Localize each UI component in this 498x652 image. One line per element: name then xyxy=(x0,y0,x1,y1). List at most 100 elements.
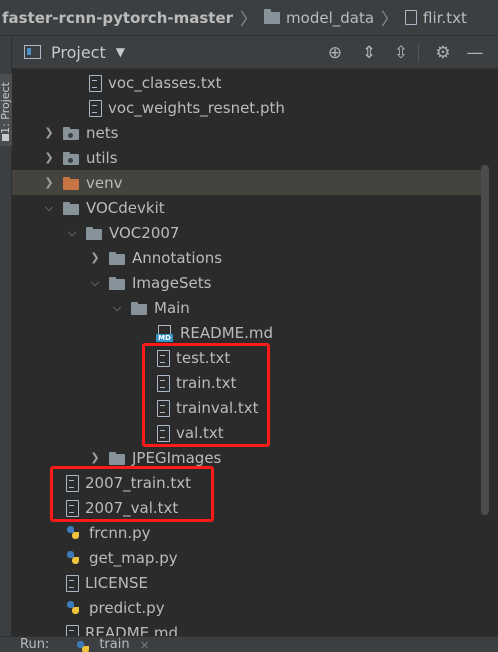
breadcrumb-folder[interactable]: 〉 model_data xyxy=(233,5,374,30)
python-file-icon xyxy=(65,600,83,616)
tree-item-voc-classes[interactable]: voc_classes.txt xyxy=(12,70,486,95)
tree-item-vocdevkit[interactable]: ⌵ VOCdevkit xyxy=(12,195,486,220)
tree-item-nets[interactable]: ❯ nets xyxy=(12,120,486,145)
tree-item-license[interactable]: LICENSE xyxy=(12,570,486,595)
tree-item-label: test.txt xyxy=(176,348,231,367)
left-tool-strip: 1: Project xyxy=(0,36,12,652)
breadcrumb-project[interactable]: faster-rcnn-pytorch-master xyxy=(2,9,233,27)
tool-tab-marker-icon xyxy=(2,134,9,141)
text-file-icon xyxy=(156,424,170,442)
chevron-right-icon[interactable]: ❯ xyxy=(88,451,102,465)
text-file-icon xyxy=(156,349,170,367)
tree-item-label: README.md xyxy=(180,323,274,342)
python-file-icon xyxy=(65,525,83,541)
project-tree: voc_classes.txt voc_weights_resnet.pth ❯… xyxy=(12,70,486,640)
breadcrumb-folder-label: model_data xyxy=(286,8,375,27)
chevron-down-icon[interactable]: ⌵ xyxy=(42,201,56,215)
tree-item-label: voc_classes.txt xyxy=(108,73,222,92)
folder-icon xyxy=(130,300,148,316)
tree-item-label: nets xyxy=(86,123,119,142)
tree-item-2007-val[interactable]: 2007_val.txt xyxy=(12,495,486,520)
folder-icon xyxy=(264,8,281,24)
tree-item-annotations[interactable]: ❯ Annotations xyxy=(12,245,486,270)
project-header: Project ▼ ⊕ ⇕ ⇳ ⚙ — xyxy=(12,36,498,69)
text-file-icon xyxy=(88,99,102,117)
tree-item-label: frcnn.py xyxy=(89,523,151,542)
tree-item-voc-weights[interactable]: voc_weights_resnet.pth xyxy=(12,95,486,120)
tree-item-2007-train[interactable]: 2007_train.txt xyxy=(12,470,486,495)
close-icon[interactable]: × xyxy=(140,638,150,652)
excluded-folder-icon xyxy=(62,175,80,191)
gear-icon[interactable]: ⚙ xyxy=(432,42,454,64)
tree-item-val[interactable]: val.txt xyxy=(12,420,486,445)
expand-all-icon[interactable]: ⇕ xyxy=(358,42,380,64)
chevron-right-icon: 〉 xyxy=(381,10,399,30)
folder-icon xyxy=(62,200,80,216)
tree-item-label: Annotations xyxy=(132,248,223,267)
tree-item-label: VOC2007 xyxy=(109,223,180,242)
tree-item-label: Main xyxy=(154,298,190,317)
tree-item-label: val.txt xyxy=(176,423,224,442)
chevron-down-icon[interactable]: ⌵ xyxy=(65,226,79,240)
tree-item-test[interactable]: test.txt xyxy=(12,345,486,370)
chevron-right-icon: 〉 xyxy=(240,10,258,30)
chevron-right-icon[interactable]: ❯ xyxy=(42,151,56,165)
hide-icon[interactable]: — xyxy=(464,42,486,64)
collapse-all-icon[interactable]: ⇳ xyxy=(390,42,412,64)
project-view-selector[interactable]: Project xyxy=(51,43,106,62)
tree-item-voc2007[interactable]: ⌵ VOC2007 xyxy=(12,220,486,245)
folder-icon xyxy=(108,450,126,466)
tree-item-predict[interactable]: predict.py xyxy=(12,595,486,620)
project-tool-tab[interactable]: 1: Project xyxy=(0,74,12,146)
tree-item-venv[interactable]: ❯ venv xyxy=(12,170,486,195)
tree-item-get-map[interactable]: get_map.py xyxy=(12,545,486,570)
tree-item-label: get_map.py xyxy=(89,548,178,567)
folder-icon xyxy=(85,225,103,241)
tree-item-train[interactable]: train.txt xyxy=(12,370,486,395)
package-folder-icon xyxy=(62,125,80,141)
tree-item-label: 2007_val.txt xyxy=(85,498,179,517)
locate-icon[interactable]: ⊕ xyxy=(324,42,346,64)
tree-scrollbar[interactable] xyxy=(481,165,489,515)
tree-item-imagesets[interactable]: ⌵ ImageSets xyxy=(12,270,486,295)
tree-item-label: 2007_train.txt xyxy=(85,473,191,492)
text-file-icon xyxy=(88,74,102,92)
project-window-icon xyxy=(24,45,41,59)
tree-item-main[interactable]: ⌵ Main xyxy=(12,295,486,320)
chevron-down-icon[interactable]: ⌵ xyxy=(88,276,102,290)
tree-item-trainval[interactable]: trainval.txt xyxy=(12,395,486,420)
breadcrumb-file[interactable]: 〉 flir.txt xyxy=(374,5,467,31)
tree-item-frcnn[interactable]: frcnn.py xyxy=(12,520,486,545)
text-file-icon xyxy=(156,399,170,417)
chevron-down-icon[interactable]: ⌵ xyxy=(110,301,124,315)
folder-icon xyxy=(108,275,126,291)
package-folder-icon xyxy=(62,150,80,166)
chevron-right-icon[interactable]: ❯ xyxy=(42,126,56,140)
tree-item-label: utils xyxy=(86,148,118,167)
header-divider xyxy=(418,44,419,62)
tree-item-label: trainval.txt xyxy=(176,398,259,417)
folder-icon xyxy=(108,250,126,266)
chevron-right-icon[interactable]: ❯ xyxy=(88,251,102,265)
tree-item-label: train.txt xyxy=(176,373,237,392)
caret-down-icon[interactable]: ▼ xyxy=(116,45,125,59)
text-file-icon xyxy=(65,474,79,492)
tree-item-label: predict.py xyxy=(89,598,165,617)
tree-item-label: LICENSE xyxy=(85,573,148,592)
python-file-icon xyxy=(77,639,91,652)
run-bar: Run: train × xyxy=(0,636,498,652)
chevron-right-icon[interactable]: ❯ xyxy=(42,176,56,190)
tree-item-readme-main[interactable]: MD README.md xyxy=(12,320,486,345)
tree-item-label: VOCdevkit xyxy=(86,198,165,217)
run-config-tab[interactable]: train xyxy=(99,637,129,652)
breadcrumb-project-label: faster-rcnn-pytorch-master xyxy=(2,8,234,27)
python-file-icon xyxy=(65,550,83,566)
tree-item-label: voc_weights_resnet.pth xyxy=(108,98,285,117)
breadcrumb-file-label: flir.txt xyxy=(423,8,467,27)
tree-item-label: ImageSets xyxy=(132,273,212,292)
run-label: Run: xyxy=(20,637,50,652)
text-file-icon xyxy=(65,574,79,592)
tree-item-jpegimages[interactable]: ❯ JPEGImages xyxy=(12,445,486,470)
breadcrumb: faster-rcnn-pytorch-master 〉 model_data … xyxy=(0,0,498,36)
tree-item-utils[interactable]: ❯ utils xyxy=(12,145,486,170)
